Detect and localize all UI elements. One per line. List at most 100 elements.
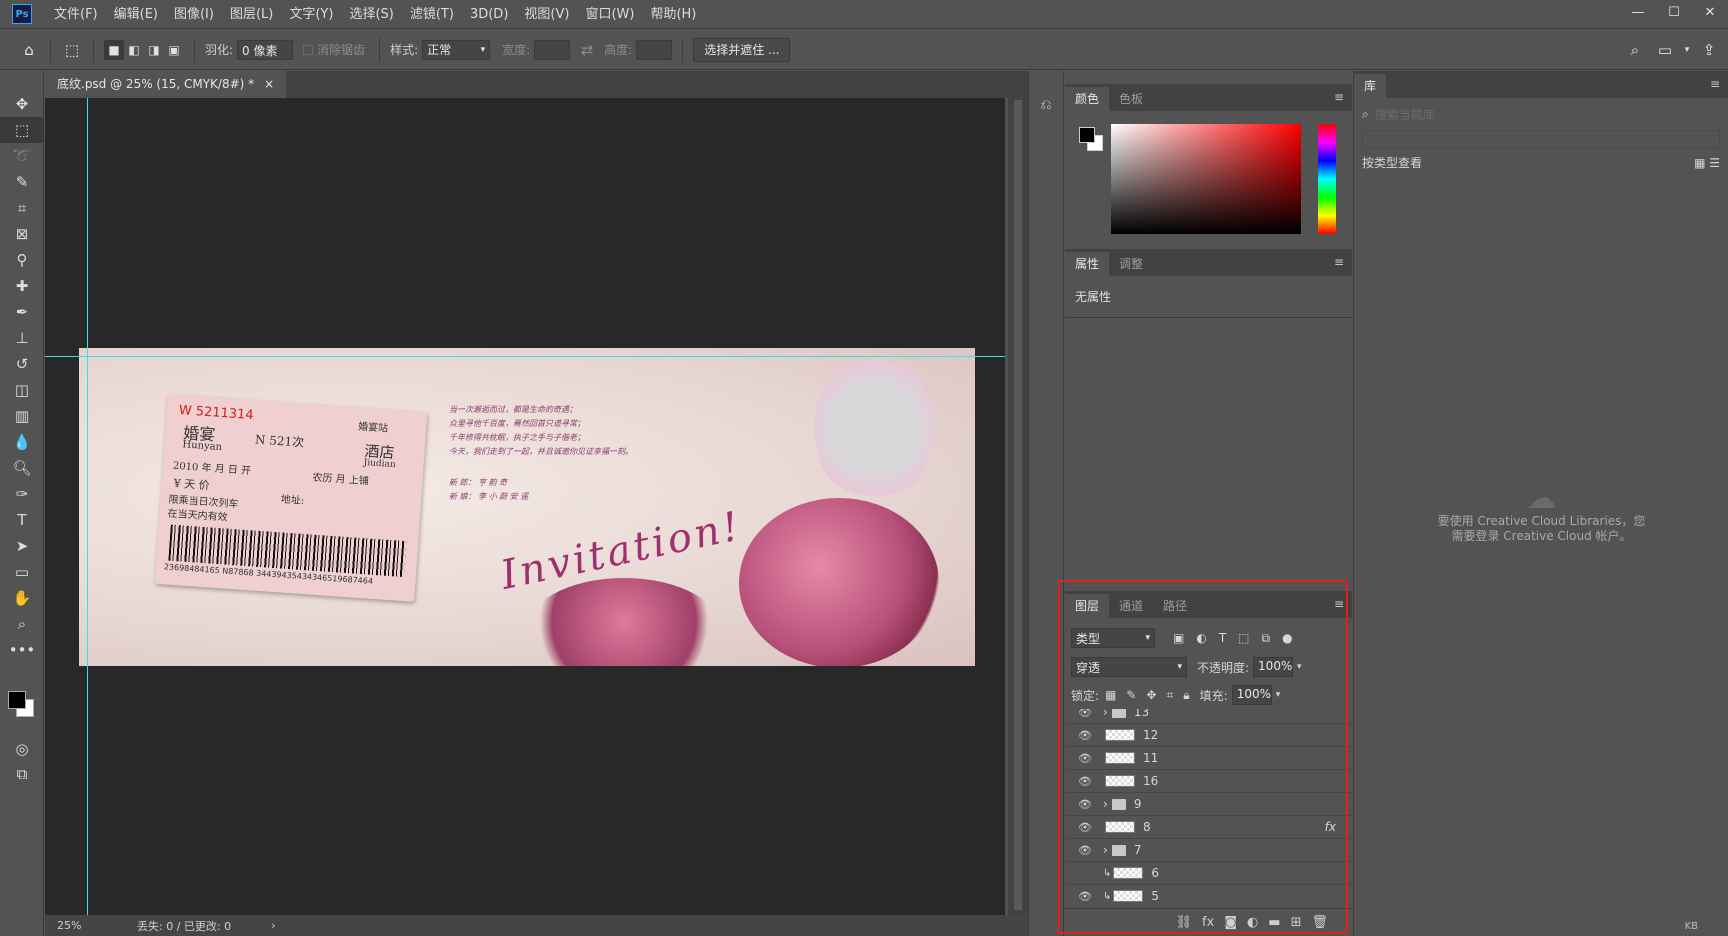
add-mask-icon[interactable]: ◙ bbox=[1224, 915, 1237, 930]
layer-name[interactable]: 13 bbox=[1134, 709, 1149, 719]
smart-object-filter-icon[interactable]: ⧉ bbox=[1262, 631, 1271, 646]
swap-icon[interactable]: ⇄ bbox=[576, 39, 598, 61]
home-icon[interactable]: ⌂ bbox=[18, 39, 40, 61]
layer-row[interactable]: 👁︎ ↳ 5 bbox=[1065, 885, 1352, 907]
new-group-icon[interactable]: ▬ bbox=[1268, 915, 1280, 930]
menu-item[interactable]: 帮助(H) bbox=[642, 0, 704, 29]
more-tools-icon[interactable]: ••• bbox=[0, 637, 44, 663]
minimize-button[interactable]: — bbox=[1620, 0, 1656, 24]
layer-name[interactable]: 6 bbox=[1151, 866, 1159, 880]
maximize-button[interactable]: ☐ bbox=[1656, 0, 1692, 24]
tab-libraries[interactable]: 库 bbox=[1354, 74, 1387, 98]
menu-item[interactable]: 图像(I) bbox=[166, 0, 222, 29]
menu-item[interactable]: 选择(S) bbox=[341, 0, 401, 29]
tab-channels[interactable]: 通道 bbox=[1109, 594, 1153, 618]
color-picker-field[interactable] bbox=[1111, 124, 1301, 234]
tab-swatches[interactable]: 色板 bbox=[1109, 87, 1153, 111]
zoom-icon[interactable]: ⌕ bbox=[0, 611, 44, 637]
rectangle-icon[interactable]: ▭ bbox=[0, 559, 44, 585]
foreground-background-colors[interactable] bbox=[8, 691, 36, 719]
screen-mode-icon[interactable]: ⧉ bbox=[0, 761, 44, 787]
expand-group-icon[interactable]: › bbox=[1103, 797, 1108, 811]
height-input[interactable] bbox=[636, 39, 673, 60]
layer-name[interactable]: 7 bbox=[1134, 843, 1142, 857]
visibility-eye-icon[interactable]: 👁︎ bbox=[1075, 729, 1095, 742]
lock-position-icon[interactable]: ✥ bbox=[1146, 688, 1156, 702]
panel-menu-icon[interactable]: ≡ bbox=[1334, 90, 1344, 104]
canvas-scrollbar[interactable] bbox=[1008, 98, 1028, 915]
quick-selection-icon[interactable]: ✎ bbox=[0, 169, 44, 195]
menu-item[interactable]: 图层(L) bbox=[222, 0, 281, 29]
layer-row[interactable]: 👁︎ › 9 bbox=[1065, 793, 1352, 816]
workspace-icon[interactable]: ▭ bbox=[1654, 39, 1676, 61]
opacity-input[interactable]: 100% bbox=[1253, 657, 1294, 677]
visibility-eye-icon[interactable]: 👁︎ bbox=[1075, 709, 1095, 719]
stamp-icon[interactable]: ⊥ bbox=[0, 325, 44, 351]
blend-mode-select[interactable]: 穿透 ▾ bbox=[1071, 657, 1187, 677]
shape-filter-icon[interactable]: ⬚ bbox=[1238, 631, 1249, 645]
library-search-field[interactable]: ⌕ 搜索当前库 bbox=[1362, 104, 1720, 124]
layer-name[interactable]: 8 bbox=[1143, 820, 1151, 834]
layer-row[interactable]: ↳ 6 bbox=[1065, 862, 1352, 885]
pen-icon[interactable]: ✑ bbox=[0, 481, 44, 507]
eraser-icon[interactable]: ◫ bbox=[0, 377, 44, 403]
menu-item[interactable]: 文件(F) bbox=[46, 0, 106, 29]
add-selection-icon[interactable]: ◧ bbox=[124, 40, 144, 60]
layer-name[interactable]: 9 bbox=[1134, 797, 1142, 811]
intersect-selection-icon[interactable]: ▣ bbox=[164, 40, 184, 60]
healing-brush-icon[interactable]: ✚ bbox=[0, 273, 44, 299]
type-icon[interactable]: T bbox=[0, 507, 44, 533]
guide-vertical[interactable] bbox=[87, 98, 88, 915]
chevron-down-icon[interactable]: ▾ bbox=[1676, 39, 1698, 61]
layer-filter-select[interactable]: 类型 ▾ bbox=[1071, 628, 1155, 648]
path-select-icon[interactable]: ➤ bbox=[0, 533, 44, 559]
layer-name[interactable]: 5 bbox=[1151, 889, 1159, 903]
visibility-eye-icon[interactable]: 👁︎ bbox=[1075, 821, 1095, 834]
history-brush-icon[interactable]: ↺ bbox=[0, 351, 44, 377]
adjustment-layer-icon[interactable]: ◐ bbox=[1247, 915, 1258, 930]
style-select[interactable]: 正常 ▾ bbox=[422, 39, 491, 60]
brush-icon[interactable]: ✒ bbox=[0, 299, 44, 325]
grid-list-view-icons[interactable]: ▦ ☰ bbox=[1694, 156, 1720, 170]
quick-mask-icon[interactable]: ◎ bbox=[0, 736, 44, 762]
panel-menu-icon[interactable]: ≡ bbox=[1334, 255, 1344, 269]
chevron-down-icon[interactable]: ▾ bbox=[1276, 690, 1281, 700]
menu-item[interactable]: 编辑(E) bbox=[106, 0, 166, 29]
share-icon[interactable]: ⇪ bbox=[1698, 39, 1720, 61]
layer-row[interactable]: 👁︎ › 13 bbox=[1065, 709, 1352, 724]
frame-icon[interactable]: ⊠ bbox=[0, 221, 44, 247]
adjustment-filter-icon[interactable]: ◐ bbox=[1196, 631, 1206, 645]
zoom-level[interactable]: 25% bbox=[57, 919, 117, 932]
lock-pixels-icon[interactable]: ✎ bbox=[1126, 688, 1136, 702]
width-input[interactable] bbox=[534, 39, 571, 60]
status-menu-arrow[interactable]: › bbox=[271, 919, 275, 932]
menu-item[interactable]: 3D(D) bbox=[462, 0, 516, 29]
expand-group-icon[interactable]: › bbox=[1103, 709, 1108, 719]
menu-item[interactable]: 窗口(W) bbox=[577, 0, 642, 29]
layer-row[interactable]: 👁︎ › 7 bbox=[1065, 839, 1352, 862]
visibility-eye-icon[interactable]: 👁︎ bbox=[1075, 890, 1095, 903]
fx-icon[interactable]: fx bbox=[1202, 915, 1214, 930]
view-by-type-dropdown[interactable]: 按类型查看 bbox=[1362, 154, 1422, 171]
antialias-checkbox[interactable] bbox=[303, 44, 314, 55]
expand-group-icon[interactable]: › bbox=[1103, 843, 1108, 857]
canvas-area[interactable]: W 5211314 婚宴 Hunyan N 521次 婚宴站 酒店 Jiudia… bbox=[45, 98, 1005, 915]
eyedropper-icon[interactable]: ⚲ bbox=[0, 247, 44, 273]
visibility-eye-icon[interactable]: 👁︎ bbox=[1075, 775, 1095, 788]
library-select[interactable] bbox=[1362, 130, 1720, 148]
feather-input[interactable]: 0 像素 bbox=[237, 39, 294, 60]
new-selection-icon[interactable]: ■ bbox=[104, 39, 124, 60]
hand-icon[interactable]: ✋ bbox=[0, 585, 44, 611]
visibility-eye-icon[interactable]: 👁︎ bbox=[1075, 798, 1095, 811]
close-button[interactable]: ✕ bbox=[1692, 0, 1728, 24]
pixel-filter-icon[interactable]: ▣ bbox=[1173, 631, 1184, 645]
panel-menu-icon[interactable]: ≡ bbox=[1334, 597, 1344, 611]
guide-horizontal[interactable] bbox=[45, 356, 1005, 357]
dodge-icon[interactable]: 🔍︎ bbox=[0, 455, 44, 481]
layer-row[interactable]: 👁︎ 16 bbox=[1065, 770, 1352, 793]
visibility-eye-icon[interactable]: 👁︎ bbox=[1075, 844, 1095, 857]
filter-toggle-icon[interactable]: ● bbox=[1282, 631, 1292, 645]
layer-row[interactable]: 👁︎ 12 bbox=[1065, 724, 1352, 747]
scrollbar-thumb[interactable] bbox=[1014, 100, 1022, 910]
tab-adjustments[interactable]: 调整 bbox=[1109, 252, 1153, 276]
